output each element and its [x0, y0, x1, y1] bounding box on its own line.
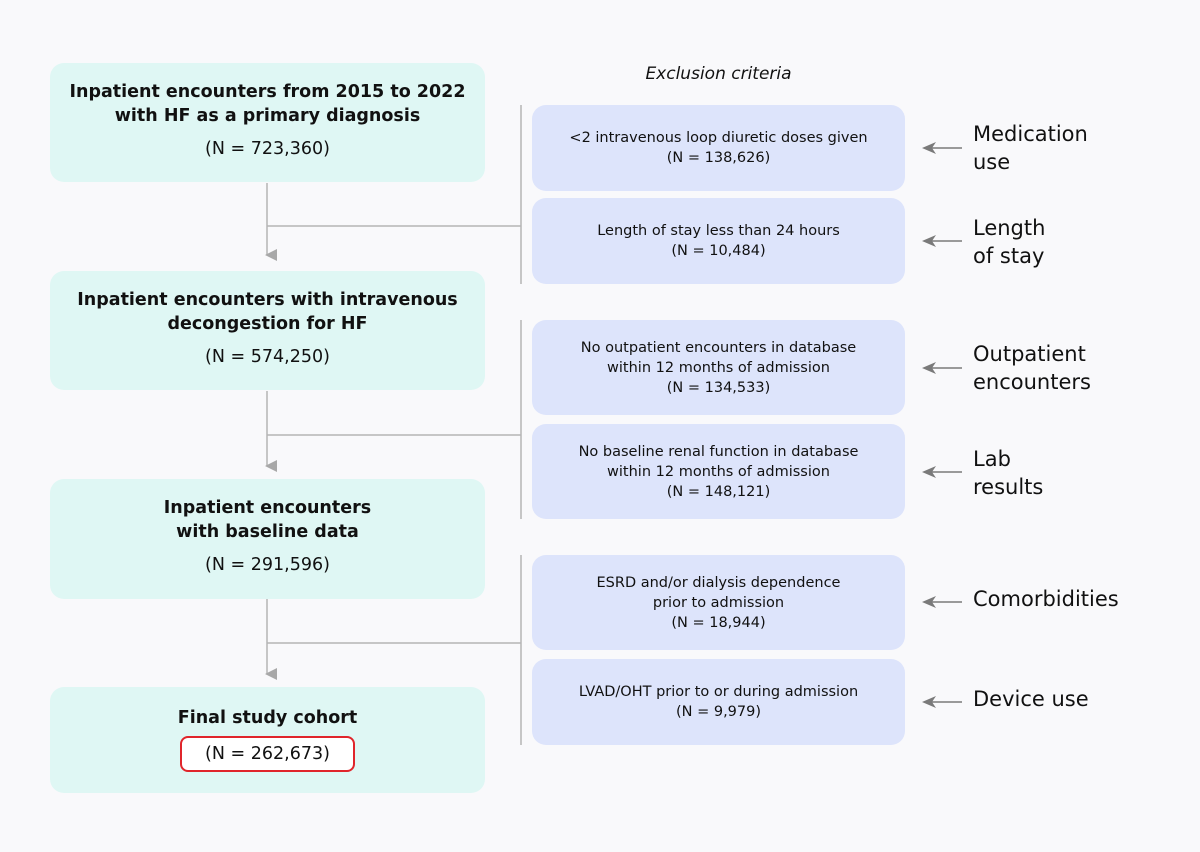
exclusion-count: (N = 10,484) [671, 243, 766, 259]
final-cohort-box: Final study cohort (N = 262,673) [50, 687, 485, 793]
exclusion-count: (N = 148,121) [666, 483, 771, 500]
category-label-comorbidities: Comorbidities [973, 587, 1119, 611]
final-cohort-count: (N = 262,673) [180, 736, 355, 772]
step-title: Inpatient encounters with intravenous de… [77, 290, 458, 334]
exclusion-text: ESRD and/or dialysis dependence prior to… [596, 574, 841, 611]
category-label-medication: Medication use [973, 122, 1088, 174]
category-label-device-use: Device use [973, 687, 1089, 711]
exclusion-count: (N = 9,979) [675, 704, 762, 720]
step-count: (N = 291,596) [205, 555, 330, 575]
step-title: Inpatient encounters from 2015 to 2022 w… [69, 82, 466, 126]
exclusion-count: (N = 134,533) [666, 379, 771, 396]
exclusion-box: No outpatient encounters in database wit… [532, 320, 905, 415]
exclusion-text: Length of stay less than 24 hours [597, 223, 840, 239]
main-step-box: Inpatient encounters from 2015 to 2022 w… [50, 63, 485, 182]
exclusion-count: (N = 18,944) [671, 614, 766, 631]
arrow-left-icon [922, 235, 962, 247]
category-label-outpatient: Outpatient encounters [973, 342, 1091, 394]
exclusion-box: ESRD and/or dialysis dependence prior to… [532, 555, 905, 650]
exclusion-count: (N = 138,626) [666, 150, 771, 166]
exclusion-text: <2 intravenous loop diuretic doses given [569, 130, 868, 146]
exclusion-box: LVAD/OHT prior to or during admission (N… [532, 659, 905, 745]
exclusion-box: <2 intravenous loop diuretic doses given… [532, 105, 905, 191]
category-label-lab-results: Lab results [973, 447, 1044, 499]
main-step-box: Inpatient encounters with intravenous de… [50, 271, 485, 390]
main-step-box: Inpatient encounters with baseline data … [50, 479, 485, 599]
arrow-left-icon [922, 696, 962, 708]
exclusion-text: No baseline renal function in database w… [578, 443, 859, 480]
step-count: (N = 723,360) [205, 139, 330, 159]
arrow-left-icon [922, 142, 962, 154]
exclusion-text: No outpatient encounters in database wit… [580, 339, 857, 376]
arrow-left-icon [922, 466, 962, 478]
arrow-left-icon [922, 596, 962, 608]
arrow-left-icon [922, 362, 962, 374]
exclusion-box: Length of stay less than 24 hours (N = 1… [532, 198, 905, 284]
exclusion-criteria-header: Exclusion criteria [645, 64, 792, 84]
exclusion-text: LVAD/OHT prior to or during admission [578, 684, 859, 700]
category-label-length-of-stay: Length of stay [973, 216, 1046, 268]
exclusion-box: No baseline renal function in database w… [532, 424, 905, 519]
step-title: Final study cohort [177, 708, 358, 728]
step-count: (N = 574,250) [205, 347, 330, 367]
step-title: Inpatient encounters with baseline data [163, 498, 372, 542]
